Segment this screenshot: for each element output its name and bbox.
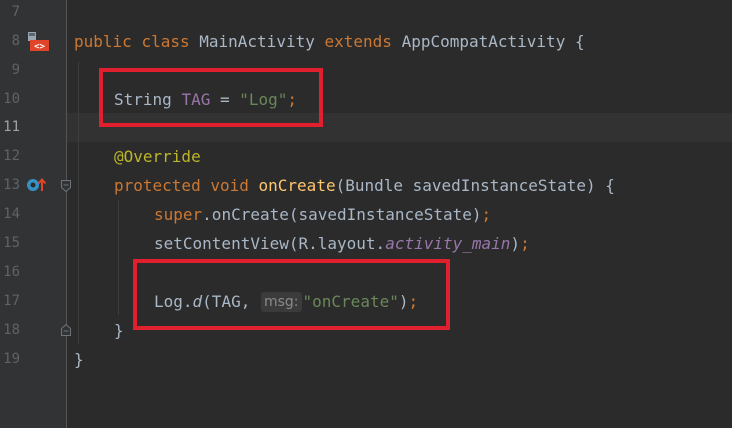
brace: {: [574, 32, 585, 51]
semicolon: ;: [481, 205, 492, 224]
field-name: activity_main: [385, 234, 511, 253]
line-number: 13: [3, 177, 20, 193]
line-number: 7: [11, 4, 20, 20]
keyword: class: [141, 32, 190, 51]
method-name: onCreate: [258, 176, 336, 195]
line-number: 10: [3, 91, 20, 107]
code-line-12[interactable]: @Override: [114, 142, 201, 171]
line-number: 12: [3, 148, 20, 164]
code-line-14[interactable]: super.onCreate(savedInstanceState);: [154, 200, 491, 229]
line-number: 14: [3, 206, 20, 222]
svg-text:<>: <>: [34, 42, 45, 52]
line-number: 8: [11, 33, 20, 49]
brace: }: [114, 321, 124, 340]
line-number: 19: [3, 351, 20, 367]
highlight-box-tag: [99, 68, 323, 127]
line-number: 16: [3, 264, 20, 280]
line-number: 9: [11, 62, 20, 78]
keyword: protected: [114, 176, 201, 195]
indent-guide: [118, 200, 119, 315]
keyword: extends: [324, 32, 392, 51]
paren: ): [510, 234, 521, 253]
superclass-name: AppCompatActivity: [401, 32, 566, 51]
code-line-18[interactable]: }: [114, 316, 124, 345]
line-number: 15: [3, 235, 20, 251]
parameters: (Bundle savedInstanceState) {: [335, 176, 615, 195]
line-number-current: 11: [3, 119, 20, 135]
annotation: @Override: [114, 147, 201, 166]
indent-guide: [78, 62, 79, 344]
code-line-15[interactable]: setContentView(R.layout.activity_main);: [154, 229, 530, 258]
code-line-8[interactable]: public class MainActivity extends AppCom…: [74, 27, 585, 56]
code-line-19[interactable]: }: [74, 345, 84, 374]
fold-start-icon[interactable]: [60, 178, 72, 193]
highlight-box-log: [133, 259, 450, 330]
brace: }: [74, 350, 84, 369]
gutter-divider: [66, 0, 67, 428]
semicolon: ;: [520, 234, 530, 253]
call: .onCreate(savedInstanceState): [202, 205, 482, 224]
fold-end-icon[interactable]: [60, 322, 72, 336]
code-line-13[interactable]: protected void onCreate(Bundle savedInst…: [114, 171, 615, 200]
keyword: public: [74, 32, 132, 51]
line-number: 18: [3, 322, 20, 338]
call: setContentView(R.layout.: [154, 234, 386, 253]
keyword: super: [154, 205, 203, 224]
class-name: MainActivity: [199, 32, 315, 51]
keyword: void: [210, 176, 249, 195]
line-number: 17: [3, 293, 20, 309]
override-method-icon[interactable]: [26, 176, 48, 194]
class-layout-icon[interactable]: <>: [27, 28, 51, 52]
